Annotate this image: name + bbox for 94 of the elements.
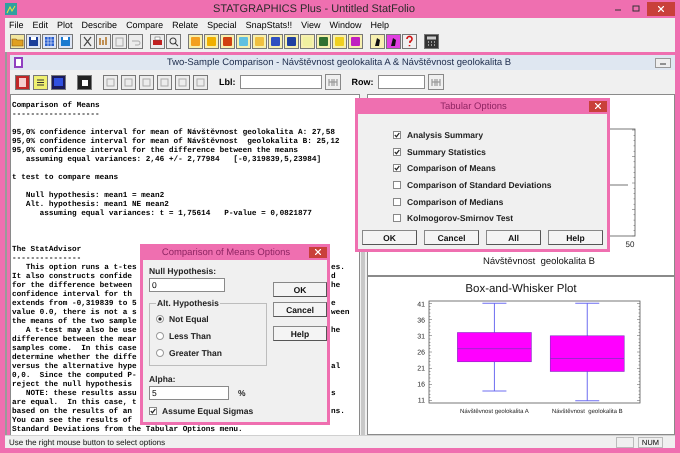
- field-label: Alpha:: [149, 374, 176, 384]
- printer-icon[interactable]: [150, 34, 165, 49]
- minimize-icon[interactable]: [655, 58, 671, 68]
- checkbox-label[interactable]: Summary Statistics: [407, 146, 486, 157]
- radio-label[interactable]: Not Equal: [169, 314, 209, 324]
- checkbox-label[interactable]: Kolmogorov-Smirnov Test: [407, 213, 514, 224]
- question-icon[interactable]: [402, 34, 417, 49]
- menu-item[interactable]: View: [301, 20, 321, 30]
- dialog-title: Tabular Options: [439, 100, 508, 112]
- disk-icon[interactable]: [26, 34, 41, 49]
- dialog-button[interactable]: Help: [273, 326, 327, 341]
- tool-icon[interactable]: [348, 34, 363, 49]
- field-label: Null Hypothesis:: [149, 266, 218, 276]
- undo-icon[interactable]: [128, 34, 143, 49]
- dialog-button[interactable]: Cancel: [273, 302, 327, 317]
- dialog-title: Comparison of Means Options: [160, 246, 292, 258]
- tool-icon[interactable]: [188, 34, 203, 49]
- dialog-button[interactable]: Cancel: [424, 230, 479, 245]
- menu-item[interactable]: Relate: [172, 20, 198, 30]
- magnifier-icon[interactable]: [166, 34, 181, 49]
- unit-label: %: [238, 388, 246, 398]
- tool-icon[interactable]: [300, 34, 315, 49]
- menu-item[interactable]: Window: [330, 20, 362, 30]
- binoculars-icon[interactable]: [324, 74, 340, 90]
- checkbox-label[interactable]: Comparison of Standard Deviations: [407, 180, 552, 190]
- folder-icon[interactable]: [10, 34, 25, 49]
- dialog-button[interactable]: OK: [273, 282, 327, 297]
- close-button[interactable]: [309, 246, 327, 258]
- checkbox[interactable]: [393, 181, 401, 190]
- tool-icon[interactable]: [220, 34, 235, 49]
- status-message: Use the right mouse button to select options: [9, 438, 166, 446]
- label-field[interactable]: [240, 75, 322, 89]
- close-button[interactable]: [589, 100, 607, 112]
- menu-item[interactable]: Help: [370, 20, 390, 30]
- tool-icon[interactable]: [284, 34, 299, 49]
- tool-icon[interactable]: [204, 34, 219, 49]
- checkbox-label[interactable]: Analysis Summary: [407, 130, 484, 140]
- list-icon[interactable]: [33, 74, 48, 90]
- close-icon[interactable]: [595, 103, 601, 109]
- x-tick-label: 50: [626, 240, 634, 249]
- close-icon[interactable]: [658, 6, 664, 12]
- dialog-button[interactable]: Help: [548, 230, 603, 245]
- dialog-button[interactable]: OK: [362, 230, 417, 245]
- radio-button[interactable]: [156, 314, 164, 322]
- table-icon[interactable]: [42, 34, 57, 49]
- checkbox-label[interactable]: Comparison of Medians: [407, 196, 504, 207]
- checkbox-label[interactable]: Comparison of Means: [407, 163, 496, 174]
- menu-item[interactable]: Edit: [32, 20, 48, 30]
- checkbox[interactable]: [149, 407, 157, 415]
- menu-item[interactable]: SnapStats!!: [246, 20, 292, 30]
- tool-icon[interactable]: [332, 34, 347, 49]
- tool-icon[interactable]: [268, 34, 283, 49]
- tool-icon[interactable]: [316, 34, 331, 49]
- checkbox[interactable]: [393, 164, 401, 172]
- status-cell: [616, 436, 634, 448]
- calculator-icon[interactable]: [424, 34, 439, 49]
- app-icon: [5, 3, 17, 15]
- group-label: Alt. Hypothesis: [156, 298, 220, 308]
- document-icon[interactable]: [15, 74, 30, 90]
- chart-title: Box-and-Whisker Plot: [465, 283, 577, 295]
- checkbox-label[interactable]: Assume Equal Sigmas: [162, 406, 254, 416]
- disk-icon[interactable]: [58, 34, 73, 49]
- window-icon: [14, 57, 23, 68]
- checkbox[interactable]: [393, 148, 401, 156]
- null-hypothesis-field[interactable]: 0: [149, 278, 225, 292]
- field-label: Lbl:: [219, 77, 236, 87]
- menu-item[interactable]: Describe: [82, 20, 118, 30]
- bars-icon[interactable]: [96, 34, 111, 49]
- binoculars-icon[interactable]: [428, 74, 444, 90]
- radio-button[interactable]: [156, 348, 164, 356]
- radio-label[interactable]: Greater Than: [169, 348, 222, 358]
- radio-label[interactable]: Less Than: [169, 330, 212, 340]
- row-field[interactable]: [378, 75, 424, 89]
- menu-item[interactable]: Special: [207, 20, 237, 30]
- menu-item[interactable]: Plot: [57, 20, 73, 30]
- app-title: STATGRAPHICS Plus - Untitled StatFolio: [212, 3, 416, 15]
- dialog-button[interactable]: All: [486, 230, 541, 245]
- checkbox[interactable]: [393, 214, 401, 222]
- tool-icon[interactable]: [236, 34, 251, 49]
- menu-item[interactable]: File: [9, 20, 24, 30]
- window-icon[interactable]: [77, 74, 92, 90]
- axis-label: Návštěvnost geolokalita B: [483, 256, 595, 267]
- checkbox[interactable]: [393, 131, 401, 140]
- radio-button[interactable]: [156, 332, 164, 340]
- alpha-field[interactable]: 5: [149, 386, 229, 400]
- close-icon[interactable]: [315, 249, 321, 255]
- close-button[interactable]: [647, 2, 675, 16]
- field-label: Row:: [352, 77, 374, 87]
- checkbox[interactable]: [393, 198, 401, 206]
- screen-icon[interactable]: [51, 74, 66, 90]
- scissors-icon[interactable]: [80, 34, 95, 49]
- tool-icon[interactable]: [252, 34, 267, 49]
- menu-item[interactable]: Compare: [126, 20, 164, 30]
- window-title: Two-Sample Comparison - Návštěvnost geolokalita A & Návštěvnost geolokalita B: [166, 57, 512, 68]
